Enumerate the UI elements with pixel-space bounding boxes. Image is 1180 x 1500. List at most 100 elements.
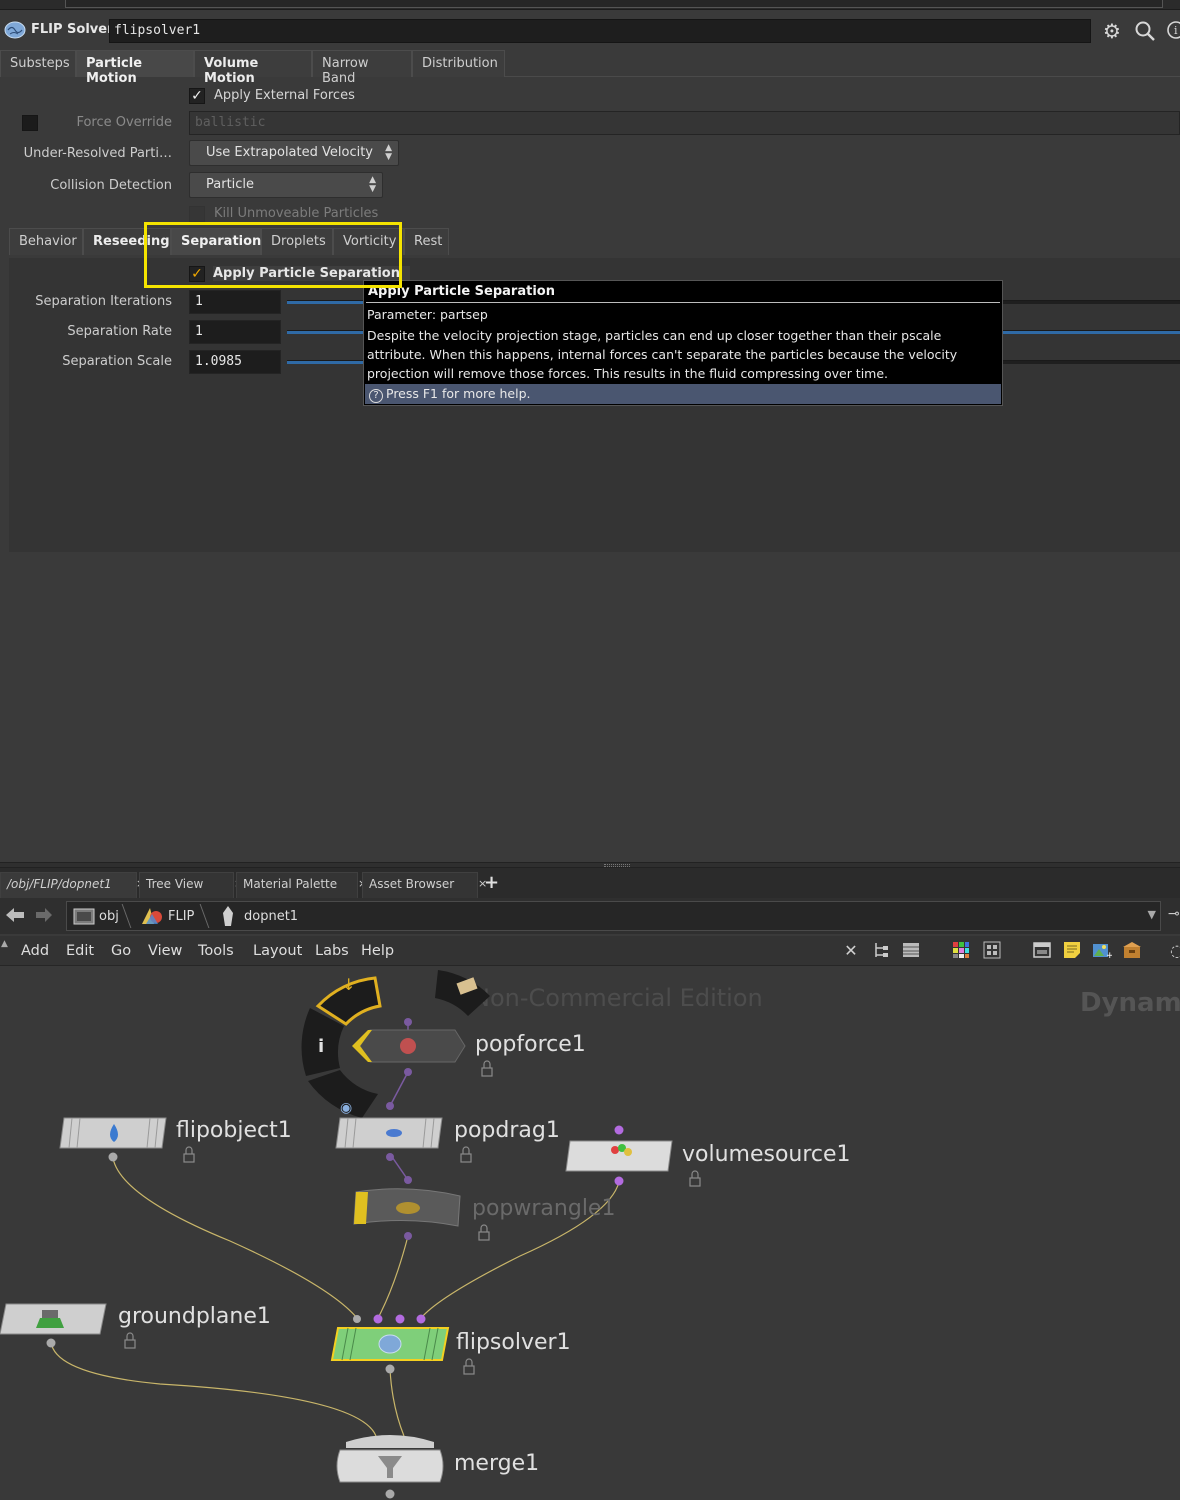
separation-rate-field[interactable]: 1	[189, 320, 281, 344]
kill-unmoveable-label: Kill Unmoveable Particles	[214, 206, 379, 221]
collapse-arrow-icon[interactable]: ▲	[1, 939, 8, 949]
apply-external-forces-label: Apply External Forces	[214, 88, 355, 103]
collision-detection-label: Collision Detection	[50, 178, 172, 193]
node-label-popforce1[interactable]: popforce1	[475, 1032, 586, 1057]
tools-icon[interactable]: ✕	[840, 941, 862, 961]
tab-narrow-band[interactable]: Narrow Band	[312, 50, 412, 86]
tab-vorticity[interactable]: Vorticity	[333, 228, 404, 255]
tree-icon[interactable]	[870, 941, 892, 961]
pane-tab-label: Material Palette	[243, 877, 338, 891]
pane-tab-asset-browser[interactable]: Asset Browser ×	[362, 872, 487, 898]
list-icon[interactable]	[900, 941, 922, 961]
separation-iterations-field[interactable]: 1	[189, 290, 281, 314]
node-flipsolver1[interactable]	[330, 1314, 450, 1374]
collision-detection-dropdown[interactable]: Particle ▲ ▼	[189, 172, 383, 198]
param-tabbar: Substeps Particle Motion Volume Motion N…	[0, 50, 1180, 86]
menu-layout[interactable]: Layout	[253, 943, 302, 959]
sticky-note-icon[interactable]	[1061, 941, 1083, 961]
network-editor[interactable]: Non-Commercial Edition Dynam ↓ i ◉ popfo…	[0, 966, 1180, 1500]
shapes-icon[interactable]	[981, 941, 1003, 961]
visibility-icon[interactable]: ◉	[340, 1100, 352, 1116]
flip-geometry-icon	[142, 908, 162, 924]
tab-reseeding[interactable]: Reseeding	[83, 228, 171, 255]
top-path-box	[65, 0, 1163, 8]
background-image-icon[interactable]: +	[1091, 941, 1114, 961]
node-popwrangle1[interactable]	[353, 1176, 461, 1240]
node-groundplane1[interactable]	[0, 1303, 107, 1348]
tab-volume-motion[interactable]: Volume Motion	[194, 50, 312, 86]
pane-tab-label: /obj/FLIP/dopnet1	[7, 877, 112, 891]
path-box[interactable]: obj FLIP dopnet1 ▼	[66, 901, 1161, 931]
tooltip-help-bar: ? Press F1 for more help.	[365, 384, 1001, 404]
menu-tools[interactable]: Tools	[198, 943, 234, 959]
path-dropdown-icon[interactable]: ▼	[1148, 908, 1156, 921]
node-label-popdrag1[interactable]: popdrag1	[454, 1118, 560, 1143]
info-icon[interactable]: i	[1164, 19, 1180, 43]
separation-iterations-label: Separation Iterations	[35, 294, 172, 309]
tab-distribution[interactable]: Distribution	[412, 50, 505, 77]
back-arrow-icon[interactable]	[5, 906, 25, 929]
node-label-volumesource1[interactable]: volumesource1	[682, 1142, 851, 1167]
tab-substeps[interactable]: Substeps	[0, 50, 76, 77]
collision-detection-value: Particle	[206, 177, 255, 192]
separation-scale-field[interactable]: 1.0985	[189, 350, 281, 374]
node-name-field[interactable]: flipsolver1	[109, 19, 1091, 43]
node-label-popwrangle1[interactable]: popwrangle1	[472, 1196, 615, 1221]
tooltip-divider	[366, 302, 1000, 303]
pane-tab-tree-view[interactable]: Tree View×	[139, 872, 243, 898]
asset-box-icon[interactable]	[1121, 941, 1143, 961]
settings-circle-icon[interactable]: ◌	[1166, 941, 1180, 961]
node-merge1[interactable]	[336, 1435, 444, 1499]
breadcrumb-dopnet[interactable]: dopnet1	[244, 909, 298, 924]
add-tab-icon[interactable]: +	[484, 872, 499, 893]
under-resolved-value: Use Extrapolated Velocity	[206, 145, 373, 160]
node-label-merge1[interactable]: merge1	[454, 1451, 539, 1476]
tab-behavior[interactable]: Behavior	[9, 228, 83, 255]
node-volumesource1[interactable]	[565, 1125, 673, 1186]
tab-separation[interactable]: Separation	[171, 228, 261, 255]
tab-rest[interactable]: Rest	[404, 228, 449, 255]
svg-text:+: +	[1106, 951, 1112, 959]
gear-icon[interactable]: ⚙	[1099, 19, 1125, 43]
info-icon[interactable]: i	[318, 1036, 324, 1057]
menu-edit[interactable]: Edit	[66, 943, 94, 959]
tooltip-title: Apply Particle Separation	[368, 284, 555, 299]
breadcrumb-flip[interactable]: FLIP	[168, 909, 194, 924]
separation-rate-label: Separation Rate	[67, 324, 172, 339]
color-palette-icon[interactable]	[950, 941, 972, 961]
network-box-icon[interactable]	[1031, 941, 1053, 961]
top-strip	[0, 0, 1180, 10]
param-header: FLIP Solver flipsolver1 ⚙ i	[0, 14, 1180, 48]
slider-fill	[287, 361, 367, 364]
pane-tab-material-palette[interactable]: Material Palette×	[236, 872, 367, 898]
tab-droplets[interactable]: Droplets	[261, 228, 333, 255]
pane-tab-network[interactable]: /obj/FLIP/dopnet1×	[0, 872, 145, 898]
dropdown-arrows-icon: ▲ ▼	[369, 175, 376, 194]
under-resolved-dropdown[interactable]: Use Extrapolated Velocity ▲ ▼	[189, 140, 399, 166]
forward-arrow-icon[interactable]	[35, 906, 53, 929]
menu-view[interactable]: View	[148, 943, 182, 959]
menu-help[interactable]: Help	[361, 943, 394, 959]
node-label-flipsolver1[interactable]: flipsolver1	[456, 1330, 571, 1355]
obj-context-icon	[73, 908, 95, 925]
pin-icon[interactable]: ⊸	[1168, 906, 1180, 922]
node-flipobject1[interactable]	[59, 1117, 167, 1162]
parameter-tooltip: Apply Particle Separation Parameter: par…	[363, 280, 1003, 406]
down-arrow-icon[interactable]: ↓	[342, 975, 355, 994]
node-type-label: FLIP Solver	[31, 22, 114, 37]
apply-external-forces-checkbox[interactable]: ✓	[189, 88, 205, 104]
menu-add[interactable]: Add	[21, 943, 49, 959]
search-icon[interactable]	[1132, 19, 1158, 43]
tab-particle-motion[interactable]: Particle Motion	[76, 50, 194, 86]
pane-tabbar: /obj/FLIP/dopnet1× Tree View× Material P…	[0, 868, 1180, 898]
separation-scale-label: Separation Scale	[62, 354, 172, 369]
help-icon: ?	[369, 389, 383, 403]
menu-go[interactable]: Go	[111, 943, 131, 959]
splitter-grip[interactable]	[604, 864, 630, 867]
svg-text:i: i	[1174, 24, 1178, 37]
node-label-groundplane1[interactable]: groundplane1	[118, 1304, 271, 1329]
network-wires: ↓ i ◉	[0, 970, 701, 1499]
apply-particle-separation-checkbox[interactable]: ✓	[189, 266, 205, 282]
node-label-flipobject1[interactable]: flipobject1	[176, 1118, 292, 1143]
menu-labs[interactable]: Labs	[315, 943, 349, 959]
